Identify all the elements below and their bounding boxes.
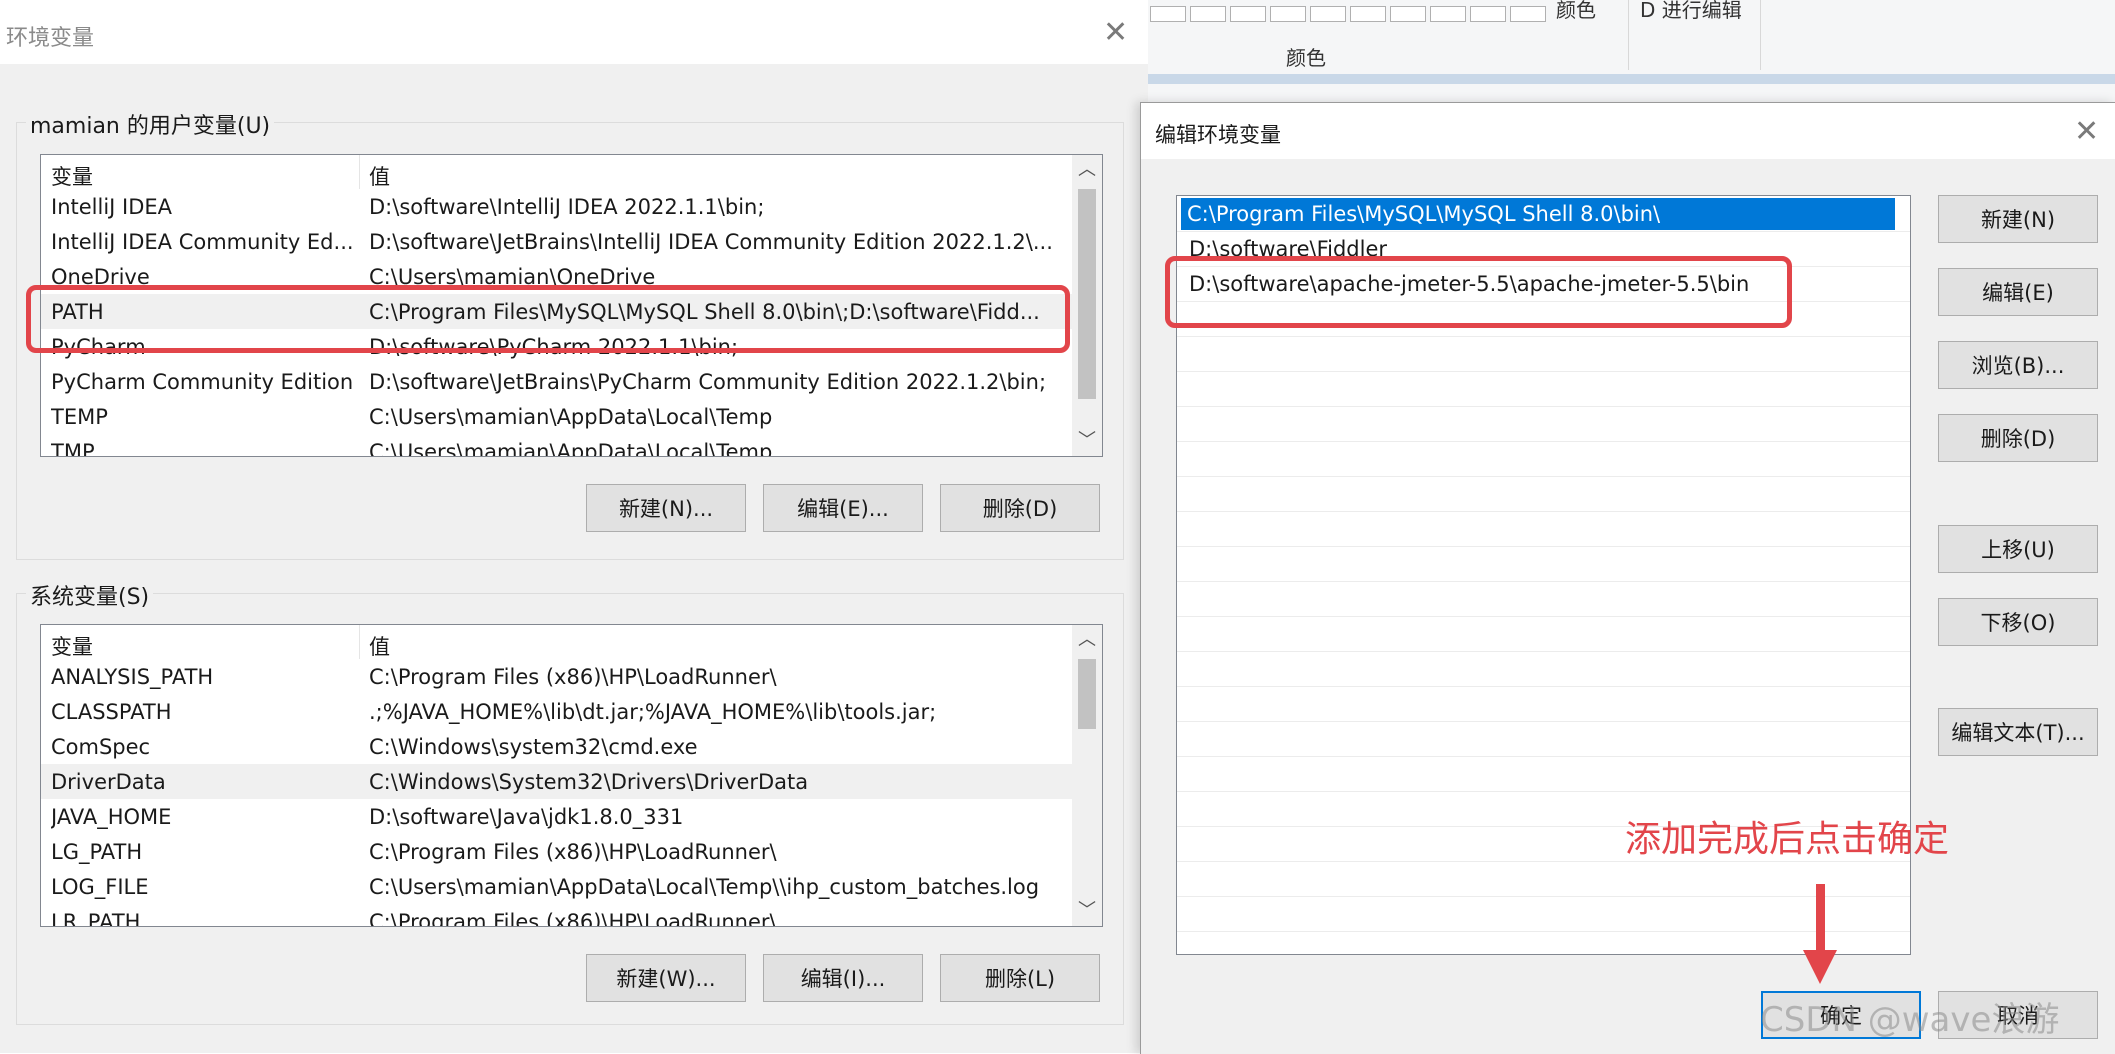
ribbon-edit-label: D 进行编辑 — [1640, 0, 1742, 22]
edit-text-button[interactable]: 编辑文本(T)... — [1938, 708, 2098, 756]
new-button[interactable]: 新建(N) — [1938, 195, 2098, 243]
scroll-down-icon[interactable]: ﹀ — [1072, 426, 1102, 456]
user-new-button[interactable]: 新建(N)... — [586, 484, 746, 532]
color-swatch — [1430, 6, 1466, 22]
env-window-title: 环境变量 — [6, 26, 95, 51]
path-entry-selected[interactable]: C:\Program Files\MySQL\MySQL Shell 8.0\b… — [1181, 198, 1895, 230]
column-header-variable[interactable]: 变量 — [51, 161, 93, 191]
table-row[interactable]: TEMP C:\Users\mamian\AppData\Local\Temp — [41, 399, 1072, 434]
table-row[interactable]: LOG_FILE C:\Users\mamian\AppData\Local\Te… — [41, 869, 1072, 904]
scroll-down-icon[interactable]: ﹀ — [1072, 896, 1102, 926]
color-swatch — [1270, 6, 1306, 22]
table-row[interactable]: PyCharm Community Edition D:\software\Jet… — [41, 364, 1072, 399]
edit-dialog-title: 编辑环境变量 — [1155, 123, 1281, 147]
path-row-highlight — [26, 285, 1070, 353]
color-swatch — [1150, 6, 1186, 22]
system-edit-button[interactable]: 编辑(I)... — [763, 954, 923, 1002]
scroll-thumb[interactable] — [1078, 189, 1096, 399]
table-row[interactable]: LG_PATH C:\Program Files (x86)\HP\LoadRun… — [41, 834, 1072, 869]
close-icon[interactable]: ✕ — [2074, 117, 2099, 147]
system-delete-button[interactable]: 删除(L) — [940, 954, 1100, 1002]
annotation-text: 添加完成后点击确定 — [1625, 819, 1950, 860]
table-row[interactable]: IntelliJ IDEA Community Ed... D:\software… — [41, 224, 1072, 259]
scrollbar[interactable]: ︿ ﹀ — [1072, 155, 1102, 456]
column-header-value[interactable]: 值 — [369, 631, 390, 661]
table-row[interactable]: IntelliJ IDEA D:\software\IntelliJ IDEA 2… — [41, 189, 1072, 224]
color-swatch — [1510, 6, 1546, 22]
table-row[interactable]: ANALYSIS_PATH C:\Program Files (x86)\HP\L… — [41, 659, 1072, 694]
edit-environment-variable-dialog: 编辑环境变量 ✕ C:\Program Files\MySQL\MySQL Sh… — [1140, 102, 2115, 1054]
delete-button[interactable]: 删除(D) — [1938, 414, 2098, 462]
color-swatch — [1310, 6, 1346, 22]
ribbon-color-label: 颜色 — [1556, 0, 1596, 22]
table-row[interactable]: JAVA_HOME D:\software\Java\jdk1.8.0_331 — [41, 799, 1072, 834]
table-row[interactable]: CLASSPATH .;%JAVA_HOME%\lib\dt.jar;%JAVA_… — [41, 694, 1072, 729]
scroll-up-icon[interactable]: ︿ — [1072, 625, 1102, 655]
color-swatch — [1470, 6, 1506, 22]
move-down-button[interactable]: 下移(O) — [1938, 598, 2098, 646]
color-swatch — [1190, 6, 1226, 22]
annotation-arrow — [1816, 884, 1825, 956]
table-row[interactable]: DriverData C:\Windows\System32\Drivers\Dr… — [41, 764, 1072, 799]
new-entry-highlight — [1165, 256, 1792, 328]
env-window-titlebar: 环境变量 ✕ — [0, 0, 1148, 64]
scroll-thumb[interactable] — [1078, 659, 1096, 729]
column-header-value[interactable]: 值 — [369, 161, 390, 191]
user-edit-button[interactable]: 编辑(E)... — [763, 484, 923, 532]
ribbon-color-group-label: 颜色 — [1286, 46, 1326, 70]
system-variables-label: 系统变量(S) — [26, 579, 154, 611]
table-row[interactable]: LR_PATH C:\Program Files (x86)\HP\LoadRun… — [41, 904, 1072, 926]
environment-variables-window: 环境变量 ✕ mamian 的用户变量(U) 变量 值 IntelliJ IDE… — [0, 0, 1148, 1053]
table-row[interactable]: TMP C:\Users\mamian\AppData\Local\Temp — [41, 434, 1072, 456]
watermark: CSDN @wave浪游 — [1760, 1000, 2060, 1040]
list-header: 变量 值 — [41, 155, 1072, 189]
close-icon[interactable]: ✕ — [1103, 18, 1128, 48]
system-new-button[interactable]: 新建(W)... — [586, 954, 746, 1002]
browse-button[interactable]: 浏览(B)... — [1938, 341, 2098, 389]
user-variables-label: mamian 的用户变量(U) — [26, 108, 275, 140]
move-up-button[interactable]: 上移(U) — [1938, 525, 2098, 573]
list-header: 变量 值 — [41, 625, 1072, 659]
user-delete-button[interactable]: 删除(D) — [940, 484, 1100, 532]
color-swatch — [1390, 6, 1426, 22]
scroll-up-icon[interactable]: ︿ — [1072, 155, 1102, 185]
background-ribbon: 颜色 D 进行编辑 颜色 — [1148, 0, 2115, 106]
annotation-arrow-head — [1803, 950, 1837, 984]
column-header-variable[interactable]: 变量 — [51, 631, 93, 661]
table-row[interactable]: ComSpec C:\Windows\system32\cmd.exe — [41, 729, 1072, 764]
color-swatch — [1350, 6, 1386, 22]
color-swatch — [1230, 6, 1266, 22]
edit-button[interactable]: 编辑(E) — [1938, 268, 2098, 316]
system-variables-list[interactable]: 变量 值 ANALYSIS_PATH C:\Program Files (x86)… — [40, 624, 1103, 927]
edit-dialog-titlebar: 编辑环境变量 ✕ — [1141, 103, 2115, 159]
scrollbar[interactable]: ︿ ﹀ — [1072, 625, 1102, 926]
